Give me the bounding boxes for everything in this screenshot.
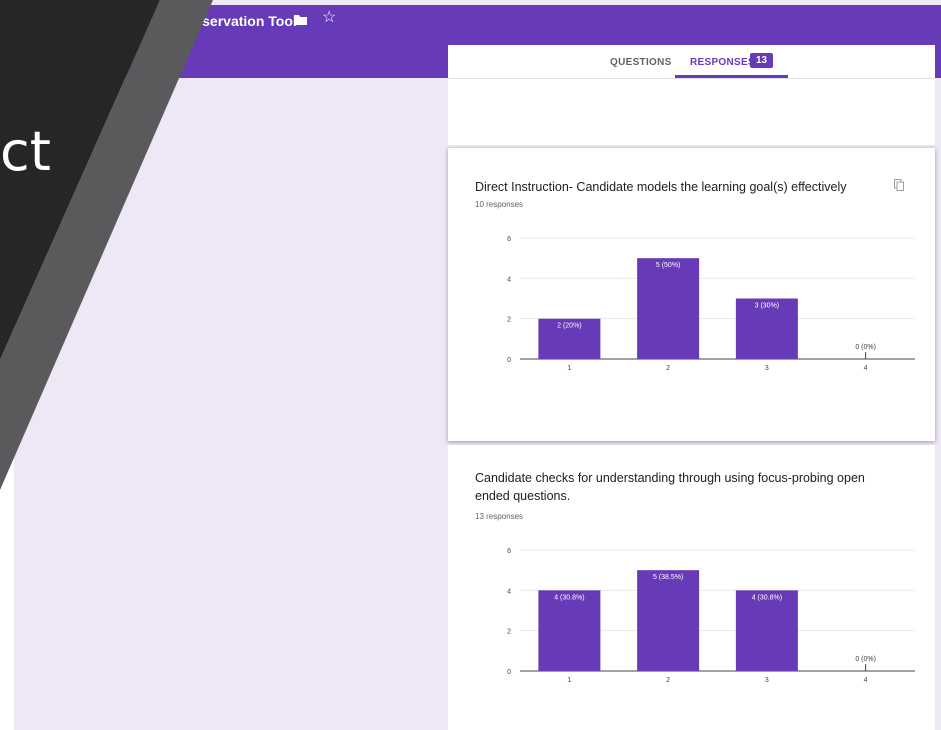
data-label: 3 (30%) (755, 303, 780, 310)
data-label: 5 (50%) (656, 262, 681, 269)
overlay-text: ct (0, 120, 51, 183)
y-tick-label: 6 (507, 236, 511, 243)
x-tick-label: 1 (567, 677, 571, 684)
data-label: 5 (38.5%) (653, 574, 683, 581)
y-tick-label: 6 (507, 548, 511, 555)
y-tick-label: 4 (507, 276, 511, 283)
tab-responses[interactable]: RESPONSES (690, 57, 755, 68)
copy-icon[interactable] (894, 179, 904, 191)
x-tick-label: 3 (765, 365, 769, 372)
tab-bar: QUESTIONS RESPONSES 13 (448, 45, 935, 79)
data-label: 0 (0%) (855, 344, 876, 351)
bar (637, 258, 700, 359)
bar (735, 590, 798, 671)
y-tick-label: 2 (507, 629, 511, 636)
question-card: Direct Instruction- Candidate models the… (448, 148, 935, 441)
y-tick-label: 4 (507, 588, 511, 595)
x-tick-label: 2 (666, 365, 670, 372)
form-title[interactable]: racy Observation Tool (150, 13, 297, 29)
x-tick-label: 4 (864, 677, 868, 684)
data-label: 2 (20%) (557, 323, 582, 330)
bar (538, 590, 601, 671)
active-tab-indicator (675, 75, 788, 78)
question-title: Direct Instruction- Candidate models the… (475, 180, 847, 194)
response-count: 13 responses (475, 512, 524, 521)
data-label: 4 (30.8%) (752, 594, 782, 601)
question-card: Candidate checks for understanding throu… (448, 445, 935, 730)
y-tick-label: 2 (507, 317, 511, 324)
folder-icon[interactable] (293, 14, 308, 26)
y-tick-label: 0 (507, 357, 511, 364)
bar-chart: 0 2 4 6 4 (30.8%) 1 5 (38.5%) 2 4 (30.8%) 3 0 (0%)… (507, 548, 915, 684)
x-tick-label: 1 (567, 365, 571, 372)
responses-count-badge: 13 (750, 53, 774, 68)
responses-summary-area (448, 79, 935, 145)
x-tick-label: 2 (666, 677, 670, 684)
question-title: Candidate checks for understanding throu… (475, 471, 865, 503)
x-tick-label: 4 (864, 365, 868, 372)
data-label: 0 (0%) (855, 656, 876, 663)
bar (637, 570, 700, 671)
x-tick-label: 3 (765, 677, 769, 684)
star-icon[interactable]: ☆ (322, 10, 336, 26)
tab-questions[interactable]: QUESTIONS (610, 57, 672, 68)
bar-chart: 0 2 4 6 2 (20%) 1 5 (50%) 2 3 (30%) 3 0 (0%) 4 (507, 236, 915, 372)
data-label: 4 (30.8%) (554, 594, 584, 601)
y-tick-label: 0 (507, 669, 511, 676)
response-count: 10 responses (475, 200, 524, 209)
